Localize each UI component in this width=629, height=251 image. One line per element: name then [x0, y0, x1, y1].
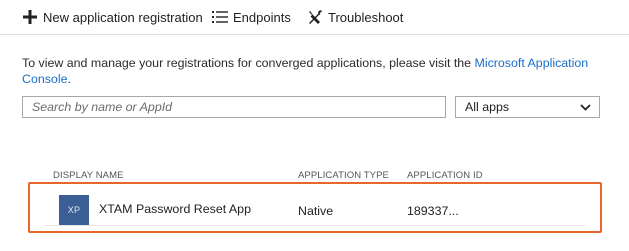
- column-header-application-id: APPLICATION ID: [407, 170, 483, 181]
- chevron-down-icon: [580, 103, 591, 111]
- app-type: Native: [298, 204, 334, 218]
- info-suffix: .: [67, 72, 71, 86]
- list-icon: [212, 9, 228, 25]
- endpoints-button[interactable]: Endpoints: [212, 9, 291, 25]
- app-avatar: XP: [59, 195, 89, 225]
- wrench-screwdriver-icon: [307, 9, 323, 25]
- column-header-display-name: DISPLAY NAME: [53, 170, 124, 181]
- toolbar-divider: [0, 34, 629, 35]
- app-filter-selected: All apps: [465, 100, 510, 114]
- app-id: 189337...: [407, 204, 459, 218]
- endpoints-label: Endpoints: [233, 9, 291, 25]
- app-filter-dropdown[interactable]: All apps: [455, 96, 600, 118]
- plus-icon: [22, 9, 38, 25]
- troubleshoot-label: Troubleshoot: [328, 9, 404, 25]
- search-input[interactable]: [22, 96, 446, 118]
- new-application-registration-button[interactable]: New application registration: [22, 9, 203, 25]
- table-row[interactable]: XP XTAM Password Reset App Native 189337…: [45, 190, 585, 226]
- app-display-name: XTAM Password Reset App: [99, 202, 251, 216]
- row-divider: [45, 225, 585, 226]
- info-text: To view and manage your registrations fo…: [22, 56, 475, 70]
- command-bar: New application registration Endpoints T…: [0, 0, 629, 34]
- troubleshoot-button[interactable]: Troubleshoot: [307, 9, 403, 25]
- new-application-registration-label: New application registration: [43, 9, 203, 25]
- column-header-application-type: APPLICATION TYPE: [298, 170, 389, 181]
- info-message: To view and manage your registrations fo…: [22, 55, 612, 87]
